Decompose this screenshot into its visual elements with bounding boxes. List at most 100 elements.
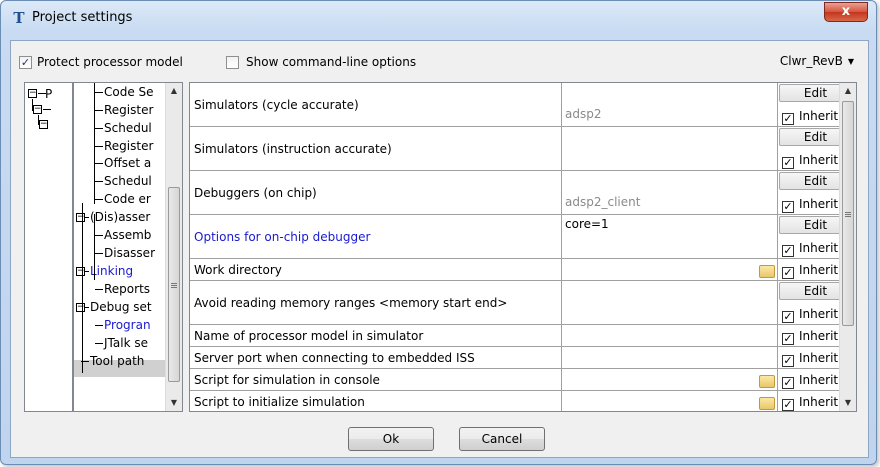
inherit-label: Inherit [799,307,839,321]
show-cmdline-checkbox[interactable] [226,56,239,69]
close-button[interactable]: x [824,2,868,22]
tree-item[interactable]: Code er [104,192,151,206]
folder-browse-icon[interactable] [759,265,775,278]
setting-placeholder: adsp2 [565,107,602,121]
tree-item[interactable]: Linking [90,264,133,278]
tree-scrollbar[interactable]: ▲ ▼ [165,83,182,411]
setting-value-field[interactable] [562,259,778,280]
collapse-icon[interactable]: − [76,303,85,312]
tree-connector [95,181,103,182]
setting-name: Name of processor model in simulator [190,325,562,346]
protect-processor-label[interactable]: Protect processor model [37,55,183,69]
tree-item[interactable]: Reports [104,282,150,296]
setting-placeholder: adsp2_client [565,195,641,209]
inherit-checkbox[interactable]: ✓ Inherit [782,153,839,169]
setting-link[interactable]: Options for on-chip debugger [190,215,562,258]
setting-value-field[interactable] [562,127,778,170]
setting-value-field[interactable] [562,369,778,390]
show-cmdline-label[interactable]: Show command-line options [246,55,416,69]
inherit-checkbox[interactable]: ✓ Inherit [782,351,839,367]
inherit-label: Inherit [799,197,839,211]
inherit-checkbox[interactable]: ✓ Inherit [782,373,838,389]
setting-value-field[interactable] [562,281,778,324]
tree-connector [94,83,95,204]
settings-row: Server port when connecting to embedded … [190,347,856,369]
setting-name: Script to initialize simulation [190,391,562,411]
inherit-checkbox[interactable]: ✓ Inherit [782,263,838,279]
tree-connector [95,128,103,129]
tree-item[interactable]: Code Se [104,85,154,99]
inherit-checkbox[interactable]: ✓ Inherit [782,329,839,345]
tree-connector [95,110,103,111]
cancel-button[interactable]: Cancel [459,427,545,451]
grid-scroll-thumb[interactable] [842,101,854,326]
tree-connector [43,109,51,110]
tree-root-item[interactable]: P [45,87,52,101]
scroll-up-icon[interactable]: ▲ [166,83,182,99]
inherit-label: Inherit [799,153,839,167]
inherit-label: Inherit [799,351,839,365]
ok-button[interactable]: Ok [348,427,434,451]
inherit-checkbox[interactable]: ✓ Inherit [782,241,838,257]
tree-connector [95,199,103,200]
profile-dropdown[interactable]: Clwr_RevB ▼ [780,54,854,68]
tree-connector [95,253,103,254]
folder-browse-icon[interactable] [759,397,775,410]
setting-value-field[interactable] [562,325,778,346]
grid-scrollbar[interactable]: ▲ ▼ [839,83,856,411]
grip-icon [171,282,177,288]
settings-row: Script to initialize simulation ✓ Inherit [190,391,856,411]
setting-name: Script for simulation in console [190,369,562,390]
tree-item[interactable]: Assemb [104,228,151,242]
collapse-icon[interactable]: − [76,267,85,276]
setting-value-field[interactable] [562,347,778,368]
inherit-checkbox[interactable]: ✓ Inherit [782,197,839,213]
project-tree-pane[interactable]: − P − − [24,82,73,412]
collapse-icon[interactable]: − [28,89,37,98]
settings-row: Options for on-chip debugger core=1 Edit ✓ I… [190,215,856,259]
scroll-up-icon[interactable]: ▲ [840,83,856,99]
tree-item[interactable]: Disasser [104,246,155,260]
setting-value-field[interactable]: core=1 [562,215,778,258]
scroll-down-icon[interactable]: ▼ [166,395,182,411]
setting-value-field[interactable]: adsp2 [562,83,778,126]
tree-item[interactable]: Register [104,103,153,117]
collapse-icon[interactable]: − [76,213,85,222]
inherit-checkbox[interactable]: ✓ Inherit [782,307,839,323]
collapse-icon[interactable]: − [39,120,48,129]
settings-row: Avoid reading memory ranges <memory star… [190,281,856,325]
grip-icon [845,211,851,217]
check-icon: ✓ [782,310,794,323]
settings-row: Debuggers (on chip) adsp2_client Edit ✓ Inhe… [190,171,856,215]
setting-name: Server port when connecting to embedded … [190,347,562,368]
settings-grid: Simulators (cycle accurate) adsp2 Edit ✓ Inh… [189,82,857,412]
scroll-down-icon[interactable]: ▼ [840,395,856,411]
title-bar[interactable]: T Project settings x [1,1,876,39]
tree-connector [95,235,103,236]
check-icon: ✓ [782,200,794,213]
protect-processor-checkbox[interactable]: ✓ [19,56,32,69]
tree-item[interactable]: Register [104,139,153,153]
tree-item[interactable]: Offset a [104,156,151,170]
tree-item[interactable]: Schedul [104,121,152,135]
tree-item[interactable]: Progran [104,318,151,332]
inherit-label: Inherit [799,109,839,123]
tree-item[interactable]: Debug set [90,300,152,314]
tree-item[interactable]: (Dis)asser [90,210,150,224]
chevron-down-icon: ▼ [847,57,854,66]
setting-value-field[interactable]: adsp2_client [562,171,778,214]
tree-item[interactable]: Schedul [104,174,152,188]
folder-browse-icon[interactable] [759,375,775,388]
settings-tree-pane[interactable]: Code Se Register Schedul Register Offset a Sc… [73,82,183,412]
tree-connector [95,163,103,164]
inherit-checkbox[interactable]: ✓ Inherit [782,395,838,411]
setting-name: Avoid reading memory ranges <memory star… [190,281,562,324]
collapse-icon[interactable]: − [33,105,42,114]
tree-scroll-thumb[interactable] [168,187,180,382]
setting-value-field[interactable] [562,391,778,411]
inherit-label: Inherit [799,329,839,343]
tree-item[interactable]: Tool path [90,354,144,368]
settings-row: Script for simulation in console ✓ Inherit [190,369,856,391]
tree-item[interactable]: JTalk se [104,336,148,350]
inherit-checkbox[interactable]: ✓ Inherit [782,109,839,125]
